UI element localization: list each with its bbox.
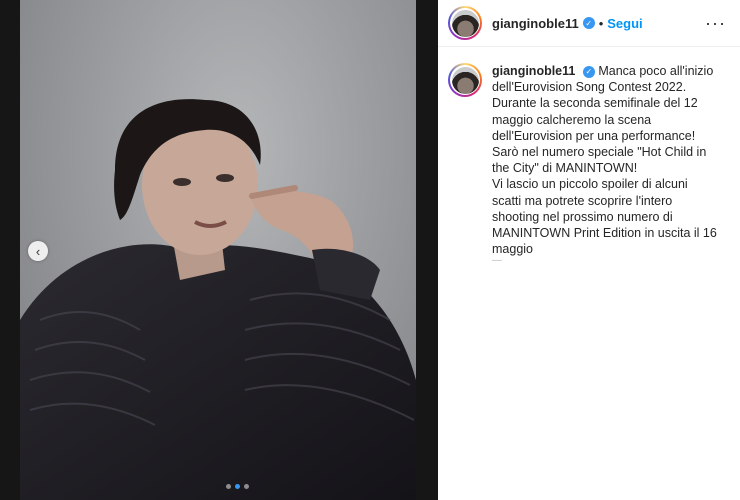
caption-line-3: Sarò nel numero speciale "Hot Child in t…: [492, 145, 707, 176]
caption-line-2: Durante la seconda semifinale del 12 mag…: [492, 96, 698, 143]
chevron-left-icon: ‹: [35, 243, 41, 259]
carousel-indicator: [226, 484, 249, 489]
caption-username[interactable]: gianginoble11: [492, 64, 575, 78]
dot-separator: •: [598, 15, 604, 31]
avatar-image: [451, 66, 479, 94]
avatar[interactable]: [448, 6, 482, 40]
verified-badge-icon: ✓: [582, 65, 595, 78]
left-frame: [0, 0, 20, 500]
caption-text: gianginoble11 ✓ Manca poco all'inizio de…: [492, 63, 720, 267]
verified-badge-icon: ✓: [582, 17, 595, 29]
caption-line-4: Vi lascio un piccolo spoiler di alcuni s…: [492, 177, 717, 257]
more-options-icon[interactable]: ···: [705, 13, 726, 34]
post-header: gianginoble11 ✓ • Segui ···: [438, 0, 740, 47]
carousel-dot: [226, 484, 231, 489]
header-username[interactable]: gianginoble11: [492, 16, 579, 31]
post-photo[interactable]: ‹: [20, 0, 416, 500]
right-frame: [416, 0, 438, 500]
caption: gianginoble11 ✓ Manca poco all'inizio de…: [448, 63, 732, 267]
carousel-prev-button[interactable]: ‹: [28, 241, 48, 261]
carousel-dot-active: [235, 484, 240, 489]
caption-avatar[interactable]: [448, 63, 482, 97]
post-sidebar: gianginoble11 ✓ • Segui ··· gianginoble1…: [438, 0, 740, 500]
carousel-dot: [244, 484, 249, 489]
avatar-image: [451, 9, 479, 37]
caption-more-indicator: —: [492, 255, 502, 267]
portrait-image: [20, 99, 416, 500]
follow-button[interactable]: Segui: [607, 16, 642, 31]
